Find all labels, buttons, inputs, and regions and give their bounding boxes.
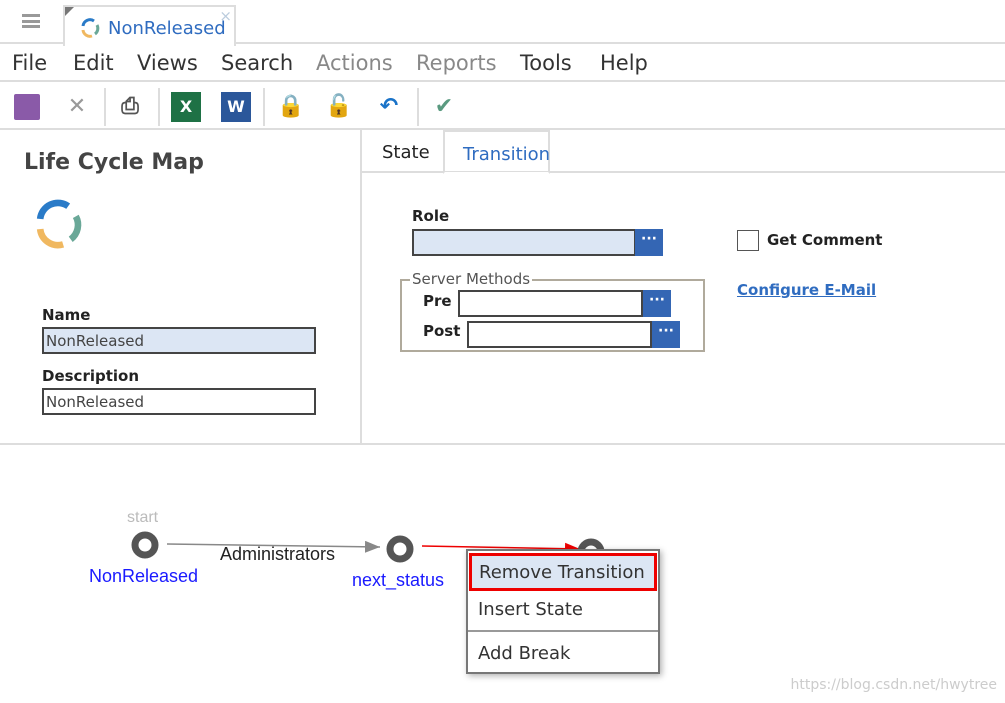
pre-browse-button[interactable]: ··· [643,290,671,317]
tab-bar: NonReleased × [0,0,1005,46]
tab-title: NonReleased [108,18,226,39]
menu-item-add-break[interactable]: Add Break [478,643,570,664]
get-comment-label: Get Comment [767,231,883,249]
detail-tabs: State Transition [362,130,1005,174]
done-icon[interactable]: ✔ [429,92,459,122]
excel-icon[interactable]: X [171,92,201,122]
word-icon[interactable]: W [221,92,251,122]
description-field[interactable]: NonReleased [42,388,316,415]
menu-search[interactable]: Search [221,51,293,75]
hamburger-menu-icon[interactable] [22,14,40,28]
transition-label[interactable]: Administrators [220,544,335,565]
lifecycle-large-icon [36,199,82,249]
toolbar: ✕ ⎙ X W 🔒 🔓 ↶ ✔ [0,84,1005,130]
document-tab[interactable]: NonReleased × [63,5,236,46]
state-node-next-status[interactable] [386,535,414,563]
context-menu: Remove Transition Insert State Add Break [466,549,660,674]
pre-method-field[interactable] [458,290,643,317]
menu-actions[interactable]: Actions [316,51,393,75]
role-field[interactable] [412,229,636,256]
discard-icon[interactable]: ✕ [62,92,92,122]
menu-reports[interactable]: Reports [416,51,497,75]
lock-icon[interactable]: 🔒 [276,92,306,122]
state-node-nonreleased[interactable] [131,531,159,559]
name-field[interactable]: NonReleased [42,327,316,354]
server-methods-label: Server Methods [410,270,533,288]
menu-bar: File Edit Views Search Actions Reports T… [0,46,1005,82]
page-title: Life Cycle Map [24,150,204,175]
configure-email-link[interactable]: Configure E-Mail [737,281,876,299]
role-browse-button[interactable]: ··· [635,229,663,256]
get-comment-checkbox[interactable] [737,230,759,251]
menu-edit[interactable]: Edit [73,51,114,75]
menu-item-insert-state[interactable]: Insert State [478,599,583,620]
post-browse-button[interactable]: ··· [652,321,680,348]
state-label-next-status[interactable]: next_status [352,570,444,591]
lifecycle-icon [81,18,100,38]
save-icon[interactable] [14,94,40,120]
description-label: Description [42,367,140,385]
menu-help[interactable]: Help [600,51,648,75]
tab-corner-marker [65,7,74,16]
post-method-field[interactable] [467,321,652,348]
tab-state[interactable]: State [364,130,448,173]
role-label: Role [412,207,450,225]
menu-separator [468,630,658,632]
start-label: start [127,509,159,526]
watermark: https://blog.csdn.net/hwytree [790,677,997,693]
unlock-icon[interactable]: 🔓 [324,92,354,122]
tab-transition[interactable]: Transition [443,130,550,174]
state-label-nonreleased[interactable]: NonReleased [89,566,198,587]
print-icon[interactable]: ⎙ [115,92,145,122]
menu-item-remove-transition[interactable]: Remove Transition [469,553,657,591]
menu-views[interactable]: Views [137,51,198,75]
close-tab-icon[interactable]: × [219,7,232,25]
menu-file[interactable]: File [12,51,47,75]
menu-tools[interactable]: Tools [520,51,572,75]
post-label: Post [423,322,461,340]
left-panel: Life Cycle Map Name NonReleased Descript… [0,130,362,444]
undo-icon[interactable]: ↶ [374,92,404,122]
pre-label: Pre [423,292,452,310]
name-label: Name [42,306,91,324]
